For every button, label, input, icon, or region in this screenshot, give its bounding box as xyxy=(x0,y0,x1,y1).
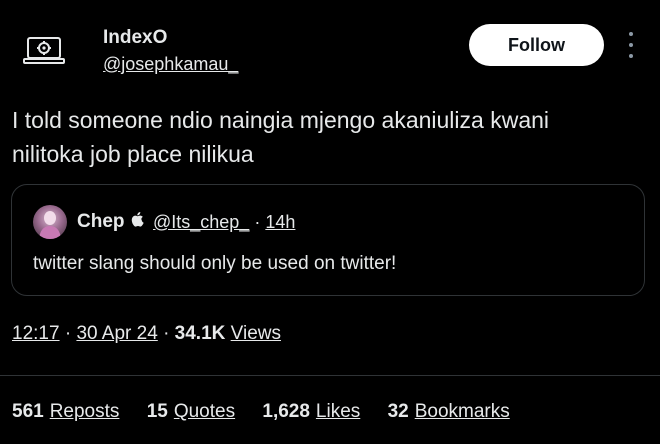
quote-author-name[interactable]: Chep xyxy=(77,211,125,233)
stat-count: 1,628 xyxy=(262,401,310,422)
stat-reposts[interactable]: 561 Reposts xyxy=(12,401,119,422)
tweet-meta: 12:17 · 30 Apr 24 · 34.1K Views xyxy=(12,323,281,345)
quote-avatar[interactable] xyxy=(33,205,67,239)
meta-separator-2: · xyxy=(163,323,170,344)
stat-quotes[interactable]: 15 Quotes xyxy=(147,401,235,422)
stat-label[interactable]: Reposts xyxy=(50,401,120,422)
quoted-tweet[interactable]: Chep @Its_chep_ · 14h twitter slang shou… xyxy=(11,184,645,296)
stat-label[interactable]: Quotes xyxy=(174,401,235,422)
follow-button[interactable]: Follow xyxy=(469,24,604,66)
quote-text: twitter slang should only be used on twi… xyxy=(33,253,397,274)
stat-likes[interactable]: 1,628 Likes xyxy=(262,401,360,422)
divider xyxy=(0,375,660,376)
tweet-stats: 561 Reposts 15 Quotes 1,628 Likes 32 Bookmar… xyxy=(12,401,532,423)
stat-label[interactable]: Likes xyxy=(316,401,360,422)
author-handle[interactable]: @josephkamau_ xyxy=(103,54,238,75)
tweet-date[interactable]: 30 Apr 24 xyxy=(76,323,157,344)
tweet-text-line-1: I told someone ndio naingia mjengo akani… xyxy=(12,107,550,133)
more-icon[interactable] xyxy=(624,32,638,58)
stat-count: 561 xyxy=(12,401,44,422)
meta-separator-1: · xyxy=(64,323,72,344)
quote-time[interactable]: 14h xyxy=(265,212,295,232)
quote-author-handle[interactable]: @Its_chep_ xyxy=(153,212,249,232)
tweet-text-line-2: nilitoka job place nilikua xyxy=(12,141,254,167)
stat-count: 15 xyxy=(146,401,168,422)
quote-separator: · xyxy=(254,212,261,232)
avatar[interactable] xyxy=(22,32,66,68)
quote-meta: @Its_chep_ · 14h xyxy=(153,212,295,233)
stat-count: 32 xyxy=(387,401,409,422)
author-name[interactable]: IndexO xyxy=(103,27,167,49)
stat-label[interactable]: Bookmarks xyxy=(415,401,510,422)
tweet-time[interactable]: 12:17 xyxy=(12,323,60,344)
views-count: 34.1K xyxy=(174,323,226,344)
stat-bookmarks[interactable]: 32 Bookmarks xyxy=(388,401,510,422)
apple-icon xyxy=(131,211,145,232)
views-label[interactable]: Views xyxy=(231,323,281,344)
tweet-text: I told someone ndio naingia mjengo akani… xyxy=(12,103,652,171)
